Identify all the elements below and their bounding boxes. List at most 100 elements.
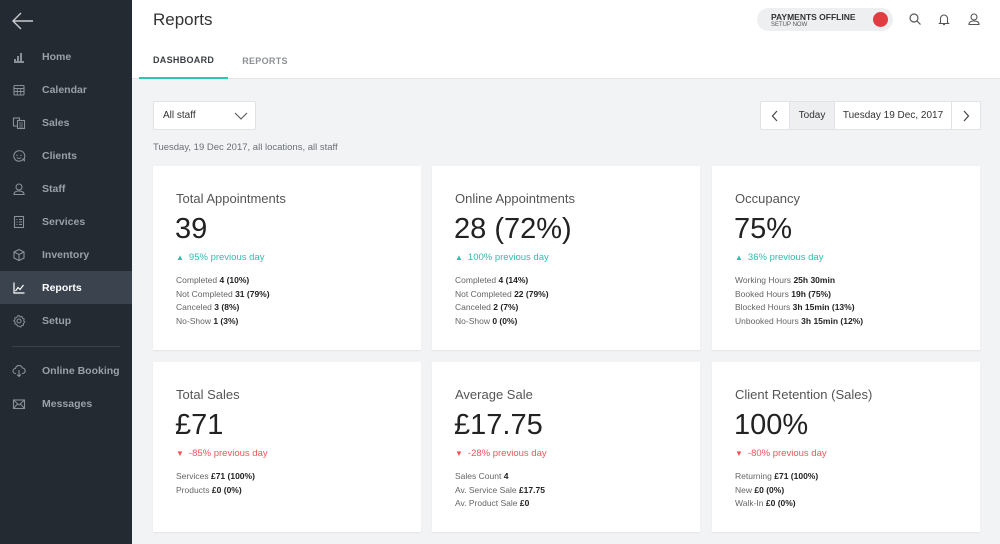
sidebar-item-setup[interactable]: Setup [0, 304, 132, 337]
detail-row: Blocked Hours 3h 15min (13%) [735, 301, 863, 315]
sidebar-item-label: Inventory [42, 248, 90, 261]
detail-value: 25h 30min [793, 275, 836, 285]
search-button[interactable] [908, 12, 922, 26]
calendar-icon [13, 84, 25, 96]
notifications-button[interactable] [937, 12, 951, 26]
detail-value: 31 (79%) [235, 288, 270, 299]
user-icon [968, 13, 980, 26]
trend-text: 100% previous day [467, 252, 549, 263]
triangle-up-icon: ▲ [176, 253, 184, 262]
sidebar-item-label: Messages [42, 397, 93, 410]
arrow-left-icon [12, 12, 33, 30]
sidebar-item-home[interactable]: Home [0, 40, 132, 73]
sidebar-item-label: Setup [42, 314, 72, 327]
card-title: Average Sale [455, 387, 533, 402]
detail-value: £71 (100%) [774, 471, 819, 481]
detail-value: 19h (75%) [791, 288, 831, 299]
sidebar-item-messages[interactable]: Messages [0, 387, 132, 420]
detail-label: Blocked Hours [735, 302, 791, 312]
gear-icon [13, 314, 26, 328]
detail-row: Booked Hours 19h (75%) [735, 288, 863, 302]
card-value: £71 [175, 409, 224, 441]
today-button[interactable]: Today [789, 102, 834, 129]
sidebar-item-calendar[interactable]: Calendar [0, 73, 132, 106]
detail-row: Products £0 (0%) [176, 484, 255, 498]
detail-row: Completed 4 (10%) [176, 274, 270, 288]
detail-label: No-Show [455, 315, 490, 326]
card-average-sale: Average Sale £17.75 ▼ -28% previous day … [432, 362, 700, 532]
chevron-left-icon [771, 110, 778, 121]
detail-value: £0 (0%) [754, 484, 785, 495]
sidebar-item-clients[interactable]: Clients [0, 139, 132, 172]
detail-label: Completed [176, 275, 218, 285]
card-value: 28 (72%) [454, 213, 572, 245]
sidebar-item-online-booking[interactable]: Online Booking [0, 354, 132, 387]
sidebar-item-services[interactable]: Services [0, 205, 132, 238]
trend-text: 95% previous day [188, 252, 265, 263]
card-online-appointments: Online Appointments 28 (72%) ▲ 100% prev… [432, 166, 700, 350]
detail-row: Canceled 3 (8%) [176, 301, 270, 315]
detail-label: Sales Count [455, 471, 502, 481]
detail-value: 4 (10%) [219, 275, 250, 285]
back-button[interactable] [11, 10, 35, 32]
detail-row: Unbooked Hours 3h 15min (12%) [735, 315, 863, 329]
sidebar-item-inventory[interactable]: Inventory [0, 238, 132, 271]
detail-label: New [735, 484, 753, 495]
detail-value: 4 (14%) [498, 275, 529, 285]
sidebar-item-staff[interactable]: Staff [0, 172, 132, 205]
chevron-right-icon [963, 110, 970, 121]
detail-label: Products [176, 484, 210, 495]
detail-row: Sales Count 4 [455, 470, 545, 484]
card-total-appointments: Total Appointments 39 ▲ 95% previous day… [153, 166, 421, 350]
sidebar-item-label: Online Booking [42, 364, 120, 377]
date-navigator: Today Tuesday 19 Dec, 2017 [760, 101, 981, 130]
sidebar-item-reports[interactable]: Reports [0, 271, 132, 304]
sidebar: Home Calendar Sales Clients Staff Servic… [0, 0, 132, 544]
sidebar-item-sales[interactable]: Sales [0, 106, 132, 139]
triangle-down-icon: ▼ [176, 449, 184, 458]
tab-reports[interactable]: REPORTS [228, 42, 302, 79]
bell-icon [938, 14, 950, 26]
card-title: Online Appointments [455, 191, 575, 206]
previous-day-button[interactable] [761, 102, 789, 129]
card-details: Working Hours 25h 30min Booked Hours 19h … [735, 274, 863, 328]
cloud-download-icon [12, 364, 26, 377]
sidebar-item-label: Services [42, 215, 86, 228]
detail-value: 3h 15min (12%) [801, 315, 864, 326]
detail-value: 22 (79%) [514, 288, 549, 299]
detail-label: Services [176, 471, 209, 481]
sidebar-item-label: Sales [42, 116, 70, 129]
date-picker[interactable]: Tuesday 19 Dec, 2017 [834, 102, 952, 129]
card-value: 100% [734, 409, 809, 441]
staff-select[interactable]: All staff [153, 101, 256, 130]
tab-dashboard[interactable]: DASHBOARD [139, 42, 229, 79]
trend-text: -85% previous day [188, 448, 268, 459]
detail-value: £0 (0%) [765, 498, 796, 508]
trend-indicator: ▼ -28% previous day [455, 448, 547, 459]
detail-row: Walk-In £0 (0%) [735, 497, 818, 511]
line-chart-icon [13, 282, 25, 294]
detail-row: Returning £71 (100%) [735, 470, 818, 484]
triangle-up-icon: ▲ [455, 253, 463, 262]
search-icon [909, 13, 921, 25]
detail-label: Canceled [455, 302, 491, 312]
trend-text: -80% previous day [747, 448, 827, 459]
user-menu-button[interactable] [967, 12, 981, 26]
payments-offline-button[interactable]: PAYMENTS OFFLINE SETUP NOW [757, 8, 893, 31]
detail-label: Canceled [176, 302, 212, 312]
card-value: 75% [734, 213, 793, 245]
detail-value: 0 (0%) [492, 315, 518, 326]
sales-icon [12, 116, 26, 129]
card-title: Total Appointments [176, 191, 286, 206]
report-scope-text: Tuesday, 19 Dec 2017, all locations, all… [153, 142, 338, 153]
detail-label: No-Show [176, 315, 211, 326]
trend-text: 36% previous day [747, 252, 824, 263]
card-title: Total Sales [176, 387, 240, 402]
chevron-down-icon [234, 112, 248, 120]
card-value: £17.75 [454, 409, 543, 441]
next-day-button[interactable] [952, 102, 980, 129]
card-title: Occupancy [735, 191, 801, 206]
sidebar-item-label: Home [42, 50, 72, 63]
sidebar-item-label: Clients [42, 149, 78, 162]
detail-row: New £0 (0%) [735, 484, 818, 498]
